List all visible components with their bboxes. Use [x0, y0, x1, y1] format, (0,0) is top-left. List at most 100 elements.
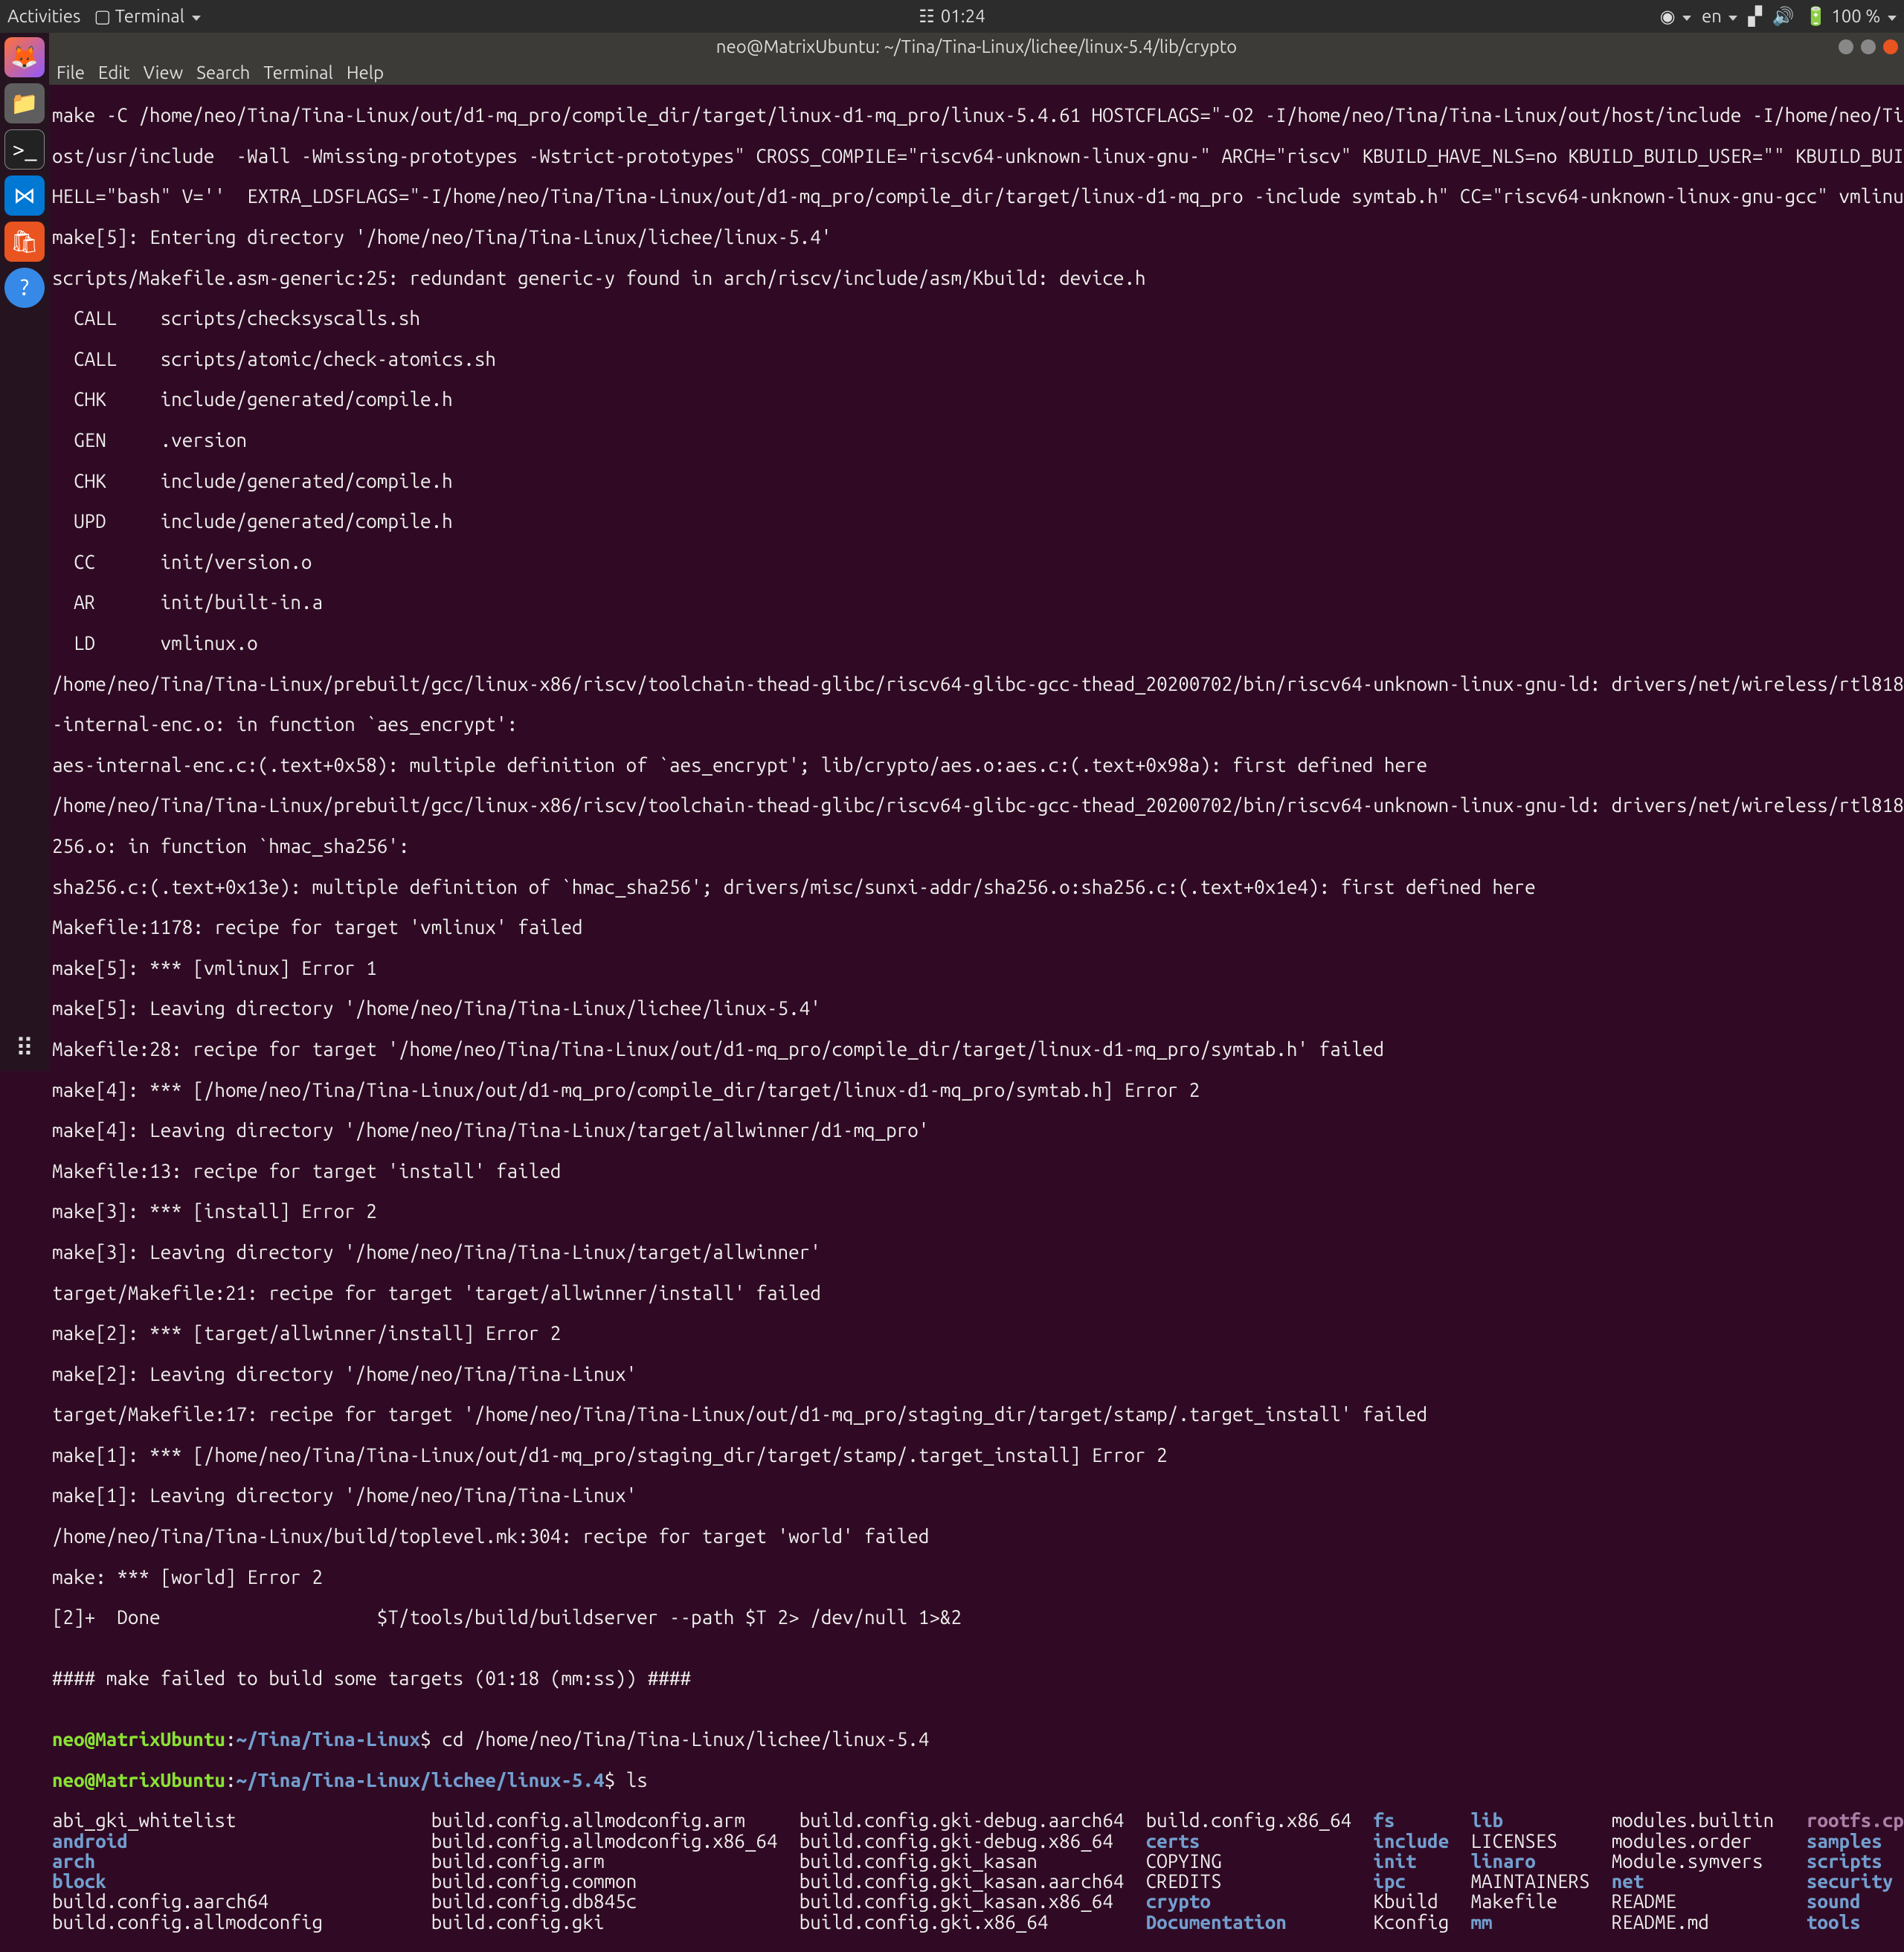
output-line: CALL scripts/atomic/check-atomics.sh [52, 349, 1901, 369]
ls-item: fs [1373, 1810, 1470, 1830]
ls-item: build.config.allmodconfig.x86_64 [431, 1831, 800, 1851]
dock-files[interactable]: 📁 [4, 83, 45, 123]
ls-item: build.config.arm [431, 1851, 800, 1871]
ls-item: block [52, 1871, 431, 1891]
ls-item: build.config.gki_kasan.aarch64 [800, 1871, 1146, 1891]
ls-item: android [52, 1831, 431, 1851]
volume-icon[interactable]: 🔊 [1772, 7, 1795, 25]
dock: 🦊 📁 >_ ⋈ 🛍 ? ⠿ [0, 33, 49, 1071]
output-line: ost/usr/include -Wall -Wmissing-prototyp… [52, 146, 1901, 166]
ls-item: certs [1146, 1831, 1374, 1851]
output-line: make -C /home/neo/Tina/Tina-Linux/out/d1… [52, 105, 1901, 125]
activities-button[interactable]: Activities [7, 7, 80, 25]
ls-output: abi_gki_whitelist android arch block bui… [52, 1810, 1901, 1932]
ls-item: build.config.aarch64 [52, 1891, 431, 1911]
output-line: CHK include/generated/compile.h [52, 471, 1901, 491]
ls-item: Kconfig [1373, 1912, 1470, 1932]
output-line: CC init/version.o [52, 552, 1901, 572]
a11y-icon[interactable]: ◉ [1660, 7, 1691, 25]
ls-item: build.config.gki [431, 1912, 800, 1932]
output-line: make[1]: Leaving directory '/home/neo/Ti… [52, 1485, 1901, 1505]
output-line: make[4]: *** [/home/neo/Tina/Tina-Linux/… [52, 1080, 1901, 1100]
output-line: CALL scripts/checksyscalls.sh [52, 308, 1901, 328]
output-line: 256.o: in function `hmac_sha256': [52, 836, 1901, 856]
ls-item: init [1373, 1851, 1470, 1871]
ls-item: mm [1470, 1912, 1611, 1932]
output-line: make[3]: *** [install] Error 2 [52, 1201, 1901, 1221]
output-line: Makefile:28: recipe for target '/home/ne… [52, 1039, 1901, 1059]
output-line: HELL="bash" V='' EXTRA_LDSFLAGS="-I/home… [52, 186, 1901, 206]
language-indicator[interactable]: en [1702, 7, 1737, 25]
battery-icon[interactable]: 🔋 100 % [1805, 7, 1897, 25]
output-line: Makefile:13: recipe for target 'install'… [52, 1161, 1901, 1181]
dock-show-apps[interactable]: ⠿ [16, 1035, 34, 1062]
menu-edit[interactable]: Edit [98, 63, 130, 82]
ls-item: build.config.db845c [431, 1891, 800, 1911]
output-line: /home/neo/Tina/Tina-Linux/prebuilt/gcc/l… [52, 795, 1901, 815]
output-line: make[5]: Leaving directory '/home/neo/Ti… [52, 998, 1901, 1018]
menu-help[interactable]: Help [347, 63, 384, 82]
current-app[interactable]: ▢ Terminal [94, 7, 200, 25]
ls-item: Module.symvers [1612, 1851, 1807, 1871]
output-line: /home/neo/Tina/Tina-Linux/build/toplevel… [52, 1526, 1901, 1546]
ls-item: security [1807, 1871, 1904, 1891]
output-line: AR init/built-in.a [52, 592, 1901, 612]
output-line: Makefile:1178: recipe for target 'vmlinu… [52, 917, 1901, 937]
ls-item: build.config.gki_kasan.x86_64 [800, 1891, 1146, 1911]
ls-item: net [1612, 1871, 1807, 1891]
output-line: LD vmlinux.o [52, 633, 1901, 653]
menu-file[interactable]: File [57, 63, 85, 82]
dock-software[interactable]: 🛍 [4, 222, 45, 262]
prompt-line: neo@MatrixUbuntu:~/Tina/Tina-Linux/liche… [52, 1770, 1901, 1790]
close-button[interactable] [1883, 39, 1898, 54]
ls-item: rootfs.cpio.gz [1807, 1810, 1904, 1830]
dock-vscode[interactable]: ⋈ [4, 175, 45, 216]
gnome-topbar: Activities ▢ Terminal ☷ 01:24 ◉ en ▞ 🔊 🔋… [0, 0, 1904, 33]
dock-firefox[interactable]: 🦊 [4, 37, 45, 77]
ls-item: build.config.gki-debug.x86_64 [800, 1831, 1146, 1851]
ls-item: linaro [1470, 1851, 1611, 1871]
ls-item: build.config.gki.x86_64 [800, 1912, 1146, 1932]
output-line: make: *** [world] Error 2 [52, 1567, 1901, 1587]
ls-item: build.config.gki_kasan [800, 1851, 1146, 1871]
menu-terminal[interactable]: Terminal [263, 63, 332, 82]
output-line: aes-internal-enc.c:(.text+0x58): multipl… [52, 755, 1901, 775]
output-line: target/Makefile:17: recipe for target '/… [52, 1404, 1901, 1424]
output-line: make[4]: Leaving directory '/home/neo/Ti… [52, 1120, 1901, 1140]
dock-terminal[interactable]: >_ [4, 129, 45, 170]
minimize-button[interactable] [1839, 39, 1853, 54]
network-icon[interactable]: ▞ [1748, 7, 1761, 25]
ls-item: tools [1807, 1912, 1904, 1932]
ls-item: ipc [1373, 1871, 1470, 1891]
ls-item: README [1612, 1891, 1807, 1911]
ls-item: README.md [1612, 1912, 1807, 1932]
prompt-line: neo@MatrixUbuntu:~/Tina/Tina-Linux$ cd /… [52, 1729, 1901, 1749]
ls-item: MAINTAINERS [1470, 1871, 1611, 1891]
ls-item: modules.builtin [1612, 1810, 1807, 1830]
output-line: make[1]: *** [/home/neo/Tina/Tina-Linux/… [52, 1445, 1901, 1465]
output-line: /home/neo/Tina/Tina-Linux/prebuilt/gcc/l… [52, 674, 1901, 694]
output-line: [2]+ Done $T/tools/build/buildserver --p… [52, 1607, 1901, 1627]
menu-view[interactable]: View [144, 63, 184, 82]
terminal-output[interactable]: make -C /home/neo/Tina/Tina-Linux/out/d1… [49, 85, 1904, 1952]
menu-search[interactable]: Search [196, 63, 250, 82]
ls-item: build.config.gki-debug.aarch64 [800, 1810, 1146, 1830]
maximize-button[interactable] [1861, 39, 1876, 54]
output-line: make[2]: *** [target/allwinner/install] … [52, 1323, 1901, 1343]
output-line: make[5]: Entering directory '/home/neo/T… [52, 227, 1901, 247]
titlebar: neo@MatrixUbuntu: ~/Tina/Tina-Linux/lich… [49, 33, 1904, 61]
ls-item: Makefile [1470, 1891, 1611, 1911]
ls-item: build.config.allmodconfig [52, 1912, 431, 1932]
dock-help[interactable]: ? [4, 268, 45, 308]
clock[interactable]: ☷ 01:24 [919, 7, 985, 25]
ls-item: LICENSES [1470, 1831, 1611, 1851]
ls-item: Documentation [1146, 1912, 1374, 1932]
menubar: File Edit View Search Terminal Help [49, 61, 1904, 85]
output-line: target/Makefile:21: recipe for target 't… [52, 1283, 1901, 1303]
output-line: -internal-enc.o: in function `aes_encryp… [52, 714, 1901, 734]
ls-item: build.config.x86_64 [1146, 1810, 1374, 1830]
ls-item: Kbuild [1373, 1891, 1470, 1911]
ls-item: include [1373, 1831, 1470, 1851]
ls-item: CREDITS [1146, 1871, 1374, 1891]
ls-item: lib [1470, 1810, 1611, 1830]
